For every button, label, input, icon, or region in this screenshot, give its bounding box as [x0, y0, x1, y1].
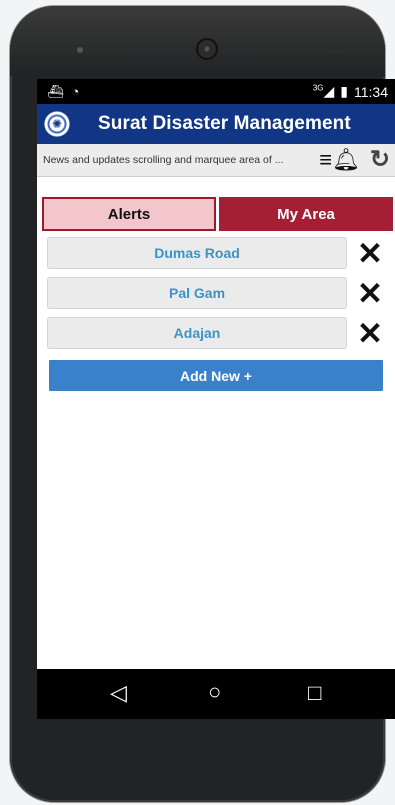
area-row: Adajan ✕	[47, 317, 387, 349]
signal-icon: 3G◢	[312, 83, 335, 99]
add-new-button[interactable]: Add New +	[49, 360, 383, 391]
status-bar: ⛴ ◔ 3G◢ ▮ 11:34	[37, 79, 395, 104]
area-name-field[interactable]: Pal Gam	[47, 277, 347, 309]
proximity-sensor	[328, 49, 346, 53]
home-icon[interactable]: ○	[208, 681, 221, 703]
back-icon[interactable]: ◁	[110, 682, 127, 704]
recents-icon[interactable]: □	[308, 682, 321, 704]
chat-icon: ◔	[71, 84, 80, 99]
status-right-icons: 3G◢ ▮ 11:34	[313, 83, 388, 100]
refresh-icon[interactable]: ↻	[370, 148, 390, 172]
marquee-bar: News and updates scrolling and marquee a…	[37, 144, 395, 177]
speaker-grill	[196, 38, 218, 60]
bell-icon[interactable]: ≡🔔︎	[319, 149, 360, 171]
tab-alerts[interactable]: Alerts	[42, 197, 216, 231]
tab-bar: Alerts My Area	[42, 197, 393, 231]
app-screen: ⛴ ◔ 3G◢ ▮ 11:34 ✺ Surat Disaster Managem…	[37, 79, 395, 719]
app-title: Surat Disaster Management	[98, 113, 351, 134]
area-name-field[interactable]: Dumas Road	[47, 237, 347, 269]
status-left-icons: ⛴ ◔	[47, 84, 79, 100]
area-name-field[interactable]: Adajan	[47, 317, 347, 349]
app-logo: ✺	[43, 110, 71, 138]
close-icon[interactable]: ✕	[355, 238, 385, 269]
notification-icon: ⛴	[47, 84, 64, 99]
area-list: Dumas Road ✕ Pal Gam ✕ Adajan ✕	[47, 237, 387, 357]
close-icon[interactable]: ✕	[355, 318, 385, 349]
area-row: Dumas Road ✕	[47, 237, 387, 269]
phone-top-shade	[10, 6, 385, 76]
close-icon[interactable]: ✕	[355, 278, 385, 309]
app-header: ✺ Surat Disaster Management	[37, 104, 395, 144]
tab-my-area[interactable]: My Area	[219, 197, 393, 231]
marquee-text: News and updates scrolling and marquee a…	[43, 154, 284, 166]
front-camera	[77, 47, 83, 53]
phone-frame: ⛴ ◔ 3G◢ ▮ 11:34 ✺ Surat Disaster Managem…	[10, 6, 395, 802]
area-row: Pal Gam ✕	[47, 277, 387, 309]
android-nav-bar: ◁ ○ □	[37, 669, 395, 719]
status-time: 11:34	[354, 83, 388, 100]
battery-icon: ▮	[340, 83, 348, 99]
